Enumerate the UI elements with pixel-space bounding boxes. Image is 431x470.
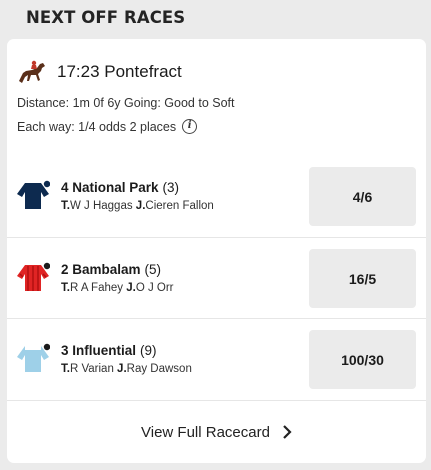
jockey-silk-icon [17,343,50,372]
section-title: NEXT OFF RACES [26,8,186,27]
runner-name-line: 4 National Park (3) [61,180,179,195]
jockey-prefix: J. [135,200,146,212]
trainer-prefix: T. [61,282,70,294]
race-card: 17:23 Pontefract Distance: 1m 0f 6y Goin… [7,39,426,463]
runner-draw: (9) [140,343,157,358]
trainer-prefix: T. [61,200,70,212]
jockey-silk-icon [17,180,50,209]
jockey-name: O J Orr [135,282,174,294]
runner-row: 2 Bambalam (5) T.R A Fahey J.O J Orr 16/5 [7,237,426,318]
trainer-jockey: T.R A Fahey J.O J Orr [61,282,174,294]
trainer-name: R A Fahey [69,282,124,294]
runner-name[interactable]: 2 Bambalam [61,262,141,277]
info-icon[interactable]: i [182,119,198,134]
jockey-prefix: J. [117,363,127,375]
trainer-name: R Varian [69,363,114,375]
runner-name[interactable]: 3 Influential [61,343,136,358]
odds-button[interactable]: 100/30 [309,330,416,389]
runner-row: 4 National Park (3) T.W J Haggas J.Cieren… [7,156,426,237]
trainer-jockey: T.R Varian J.Ray Dawson [61,363,192,375]
odds-button[interactable]: 4/6 [309,167,416,226]
horse-racing-icon [19,60,45,83]
runner-name-line: 3 Influential (9) [61,343,157,358]
chevron-right-icon [283,425,292,439]
runner-row: 3 Influential (9) T.R Varian J.Ray Dawson… [7,318,426,399]
runner-draw: (3) [162,180,180,195]
jockey-name: Cieren Fallon [145,200,214,212]
jockey-silk-icon [17,262,50,291]
race-distance-going: Distance: 1m 0f 6y Going: Good to Soft [17,96,235,110]
jockey-name: Ray Dawson [126,363,192,375]
jockey-prefix: J. [126,282,136,294]
trainer-name: W J Haggas [69,200,133,212]
race-title[interactable]: 17:23 Pontefract [57,62,182,82]
race-header: 17:23 Pontefract [16,59,182,85]
each-way-terms: Each way: 1/4 odds 2 places i [17,119,198,134]
trainer-prefix: T. [61,363,70,375]
trainer-jockey: T.W J Haggas J.Cieren Fallon [61,200,214,212]
view-full-racecard-link[interactable]: View Full Racecard [7,400,426,463]
odds-button[interactable]: 16/5 [309,249,416,308]
each-way-text: Each way: 1/4 odds 2 places [17,119,177,134]
runner-name-line: 2 Bambalam (5) [61,262,161,277]
view-full-racecard-label: View Full Racecard [141,423,270,441]
runner-draw: (5) [144,262,162,277]
runner-name[interactable]: 4 National Park [61,180,159,195]
